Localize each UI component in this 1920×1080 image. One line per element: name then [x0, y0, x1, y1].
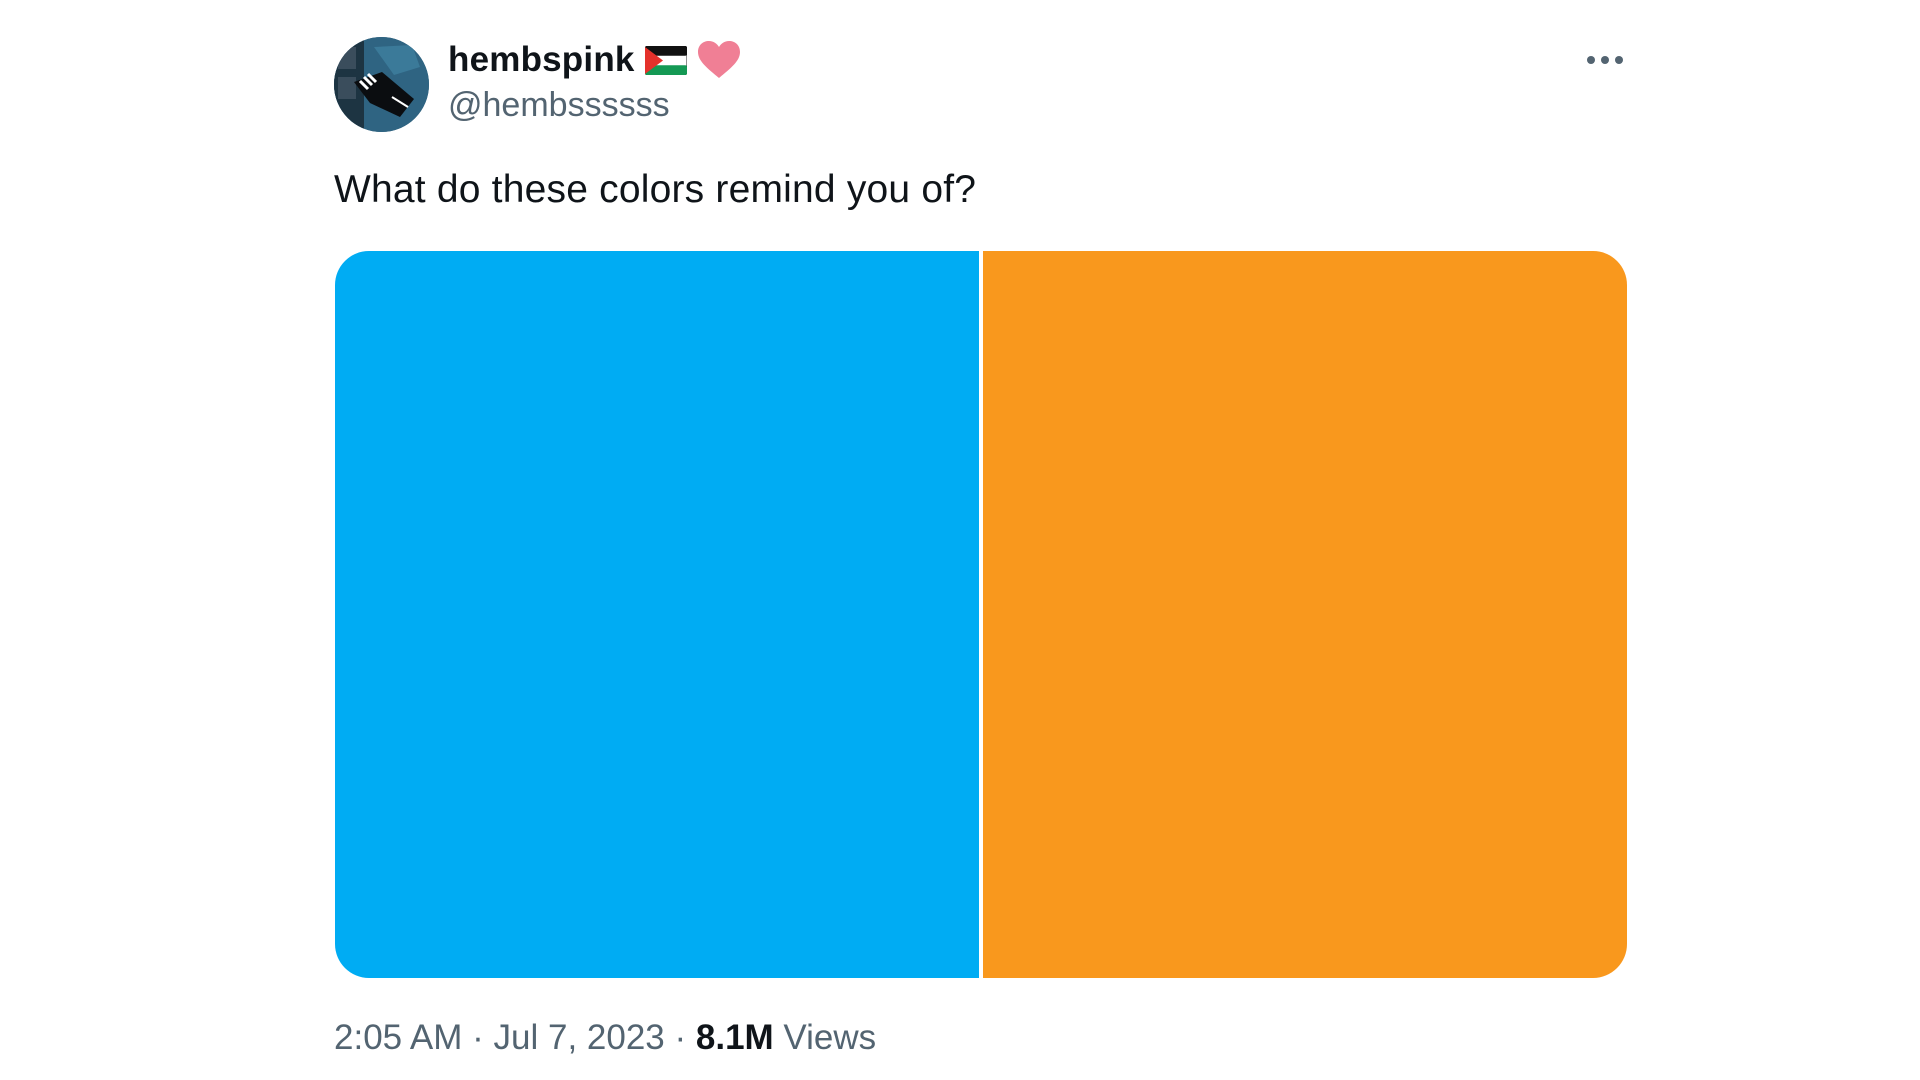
tweet-meta: 2:05 AM · Jul 7, 2023 · 8.1M Views	[334, 1018, 876, 1058]
display-name[interactable]: hembspink	[448, 40, 635, 80]
display-name-row: hembspink	[448, 36, 741, 84]
tweet-date[interactable]: Jul 7, 2023	[494, 1018, 665, 1058]
orange-color-swatch[interactable]	[983, 251, 1627, 978]
palestine-flag-icon	[644, 45, 688, 75]
views-count[interactable]: 8.1M	[696, 1018, 774, 1058]
avatar-icon	[334, 37, 429, 132]
tweet-media[interactable]	[335, 251, 1627, 978]
more-button[interactable]	[1578, 42, 1632, 78]
views-label[interactable]: Views	[774, 1018, 876, 1058]
more-horizontal-icon	[1587, 56, 1623, 64]
avatar[interactable]	[334, 37, 429, 132]
tweet-text: What do these colors remind you of?	[334, 168, 977, 211]
blue-color-swatch[interactable]	[335, 251, 979, 978]
tweet: hembspink @hembssssss What do these colo…	[0, 0, 1920, 1080]
meta-separator: ·	[664, 1018, 696, 1057]
tweet-time[interactable]: 2:05 AM	[334, 1018, 462, 1058]
author-handle[interactable]: @hembssssss	[448, 86, 670, 125]
meta-separator: ·	[462, 1018, 494, 1057]
pink-heart-icon	[697, 40, 741, 80]
